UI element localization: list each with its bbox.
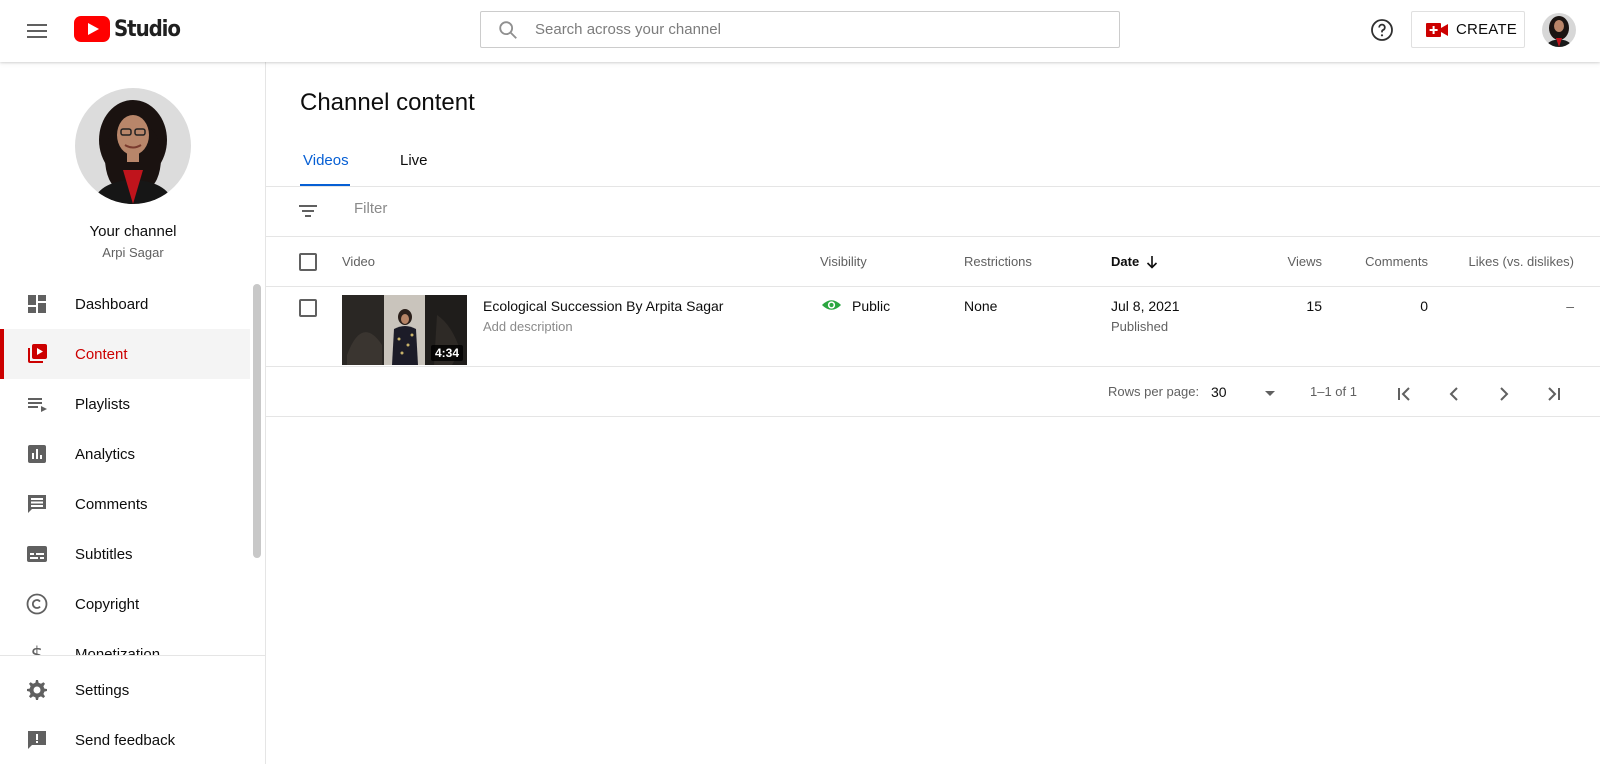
sidebar-item-content[interactable]: Content [0,329,250,379]
comments-value: 0 [1420,298,1428,314]
restrictions-value: None [964,298,998,314]
channel-name: Arpi Sagar [102,245,164,260]
analytics-icon [28,445,46,463]
help-icon[interactable] [1370,18,1394,42]
divider [266,236,1600,237]
column-header-video[interactable]: Video [342,254,375,269]
sidebar-item-label: Send feedback [75,731,176,749]
divider [266,286,1600,287]
date-value: Jul 8, 2021 [1111,298,1180,314]
divider [266,186,1600,187]
create-button[interactable]: CREATE [1411,11,1525,48]
hamburger-menu-icon[interactable] [24,18,50,44]
comments-icon [28,495,46,513]
date-status: Published [1111,319,1169,334]
sidebar-item-settings[interactable]: Settings [0,665,265,715]
filter-icon[interactable] [296,199,320,223]
sidebar-scrollbar[interactable] [253,284,261,558]
studio-wordmark: Studio [114,16,181,42]
sidebar-item-label: Dashboard [75,295,149,313]
sidebar-item-label: Subtitles [75,545,133,563]
views-value: 15 [1306,298,1322,314]
sidebar-item-copyright[interactable]: Copyright [0,579,250,629]
filter-input[interactable] [354,200,854,217]
video-duration: 4:34 [430,345,463,361]
top-app-bar: Studio CREATE [0,0,1600,62]
pagination-range: 1–1 of 1 [1310,384,1357,399]
tab-live[interactable]: Live [400,142,440,187]
sidebar-item-label: Content [75,345,128,363]
eye-icon [821,300,842,310]
sidebar-item-label: Comments [75,495,148,513]
sidebar-item-send-feedback[interactable]: Send feedback [0,715,265,764]
youtube-studio-logo[interactable]: Studio [74,16,187,42]
rows-per-page-select[interactable]: 30 [1211,384,1277,406]
column-header-likes[interactable]: Likes (vs. dislikes) [1416,254,1574,269]
search-input[interactable] [535,21,1095,38]
video-description[interactable]: Add description [483,319,573,334]
visibility-value[interactable]: Public [852,298,890,314]
search-icon [499,20,517,39]
tab-videos[interactable]: Videos [300,142,350,187]
sidebar-item-label: Settings [75,681,130,699]
previous-page-icon[interactable] [1442,382,1466,406]
select-all-checkbox[interactable] [299,253,317,271]
likes-value: – [1566,298,1574,314]
row-checkbox[interactable] [299,299,317,317]
first-page-icon[interactable] [1392,382,1416,406]
copyright-icon [26,593,48,615]
dashboard-icon [28,295,46,313]
divider [266,366,1600,367]
rows-per-page-value: 30 [1211,384,1227,400]
content-icon [28,344,47,363]
divider [266,416,1600,417]
playlist-icon [28,398,47,412]
youtube-logo-icon [74,16,110,42]
column-header-date-label: Date [1111,254,1140,269]
next-page-icon[interactable] [1492,382,1516,406]
page-title: Channel content [300,89,475,116]
column-header-views[interactable]: Views [1286,254,1322,269]
video-camera-icon [1426,22,1448,37]
rows-per-page-label: Rows per page: [1108,384,1200,399]
channel-search[interactable] [480,11,1120,48]
sidebar-item-analytics[interactable]: Analytics [0,429,250,479]
sidebar-item-label: Playlists [75,395,131,413]
sidebar-item-playlists[interactable]: Playlists [0,379,250,429]
sidebar-item-label: Analytics [75,445,136,463]
video-title[interactable]: Ecological Succession By Arpita Sagar [483,298,723,314]
account-avatar-image [1542,13,1576,47]
main-content: Channel content Videos Live Video Visibi… [266,62,1600,764]
channel-avatar-image [75,88,191,204]
sidebar: Your channel Arpi Sagar Dashboard Conten… [0,62,266,764]
create-label: CREATE [1456,21,1517,38]
subtitles-icon [27,546,47,562]
sidebar-item-comments[interactable]: Comments [0,479,250,529]
column-header-restrictions[interactable]: Restrictions [964,254,1032,269]
sidebar-item-subtitles[interactable]: Subtitles [0,529,250,579]
account-avatar[interactable] [1542,13,1576,47]
feedback-icon [28,731,46,749]
column-header-date[interactable]: Date [1111,254,1159,269]
video-thumbnail[interactable]: 4:34 [342,295,467,365]
chevron-down-icon [1265,391,1275,396]
gear-icon [27,680,47,700]
channel-avatar[interactable] [75,88,191,204]
sidebar-footer: Settings Send feedback [0,655,265,764]
sidebar-item-dashboard[interactable]: Dashboard [0,279,250,329]
sort-descending-icon [1147,255,1158,269]
column-header-visibility[interactable]: Visibility [820,254,867,269]
sidebar-item-label: Copyright [75,595,140,613]
sidebar-nav: Dashboard Content Playlists Analytics Co… [0,279,250,717]
last-page-icon[interactable] [1542,382,1566,406]
your-channel-label: Your channel [89,223,177,240]
